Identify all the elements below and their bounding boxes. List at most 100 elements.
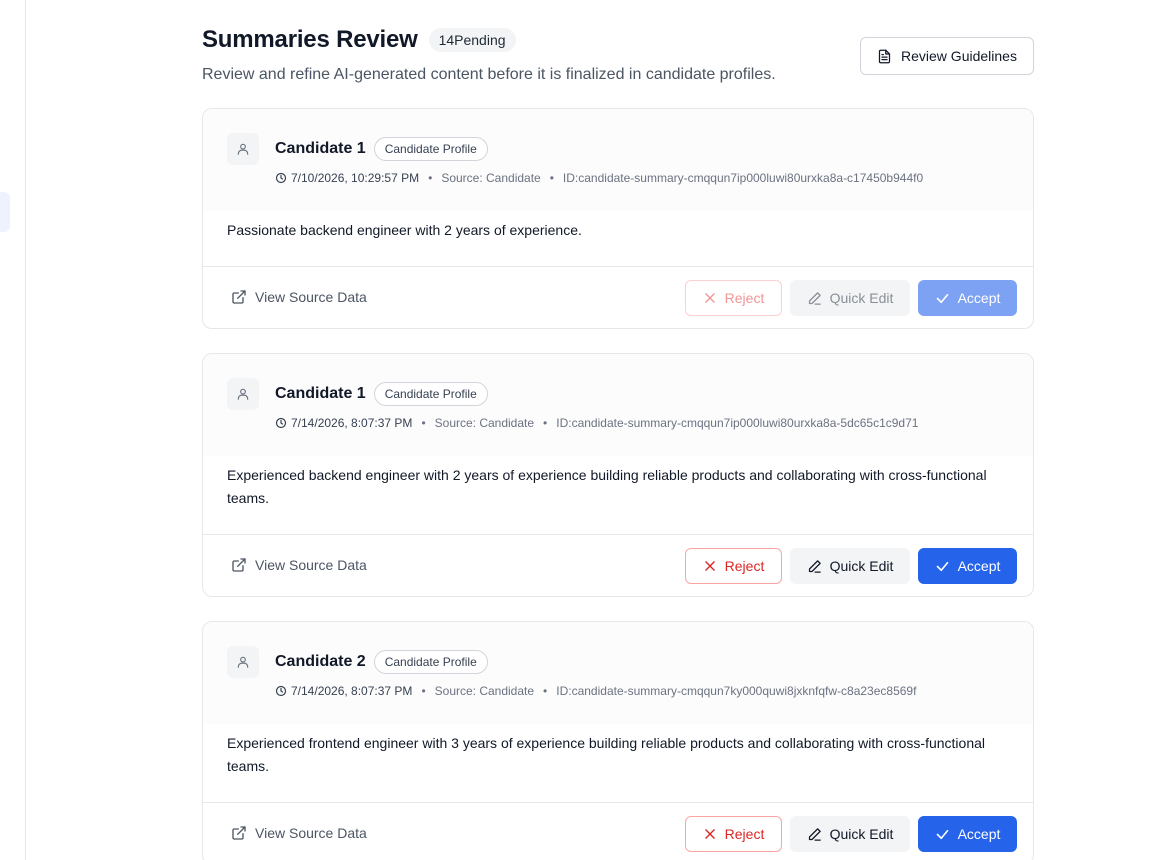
- profile-type-badge: Candidate Profile: [373, 382, 488, 406]
- avatar: [227, 133, 259, 165]
- card-meta: 7/14/2026, 8:07:37 PM • Source: Candidat…: [275, 684, 916, 698]
- clock-icon: [275, 417, 287, 429]
- user-icon: [236, 387, 250, 401]
- reject-label: Reject: [724, 826, 765, 842]
- quick-edit-button[interactable]: Quick Edit: [790, 280, 910, 316]
- accept-button[interactable]: Accept: [918, 548, 1017, 584]
- view-source-label: View Source Data: [255, 289, 367, 305]
- user-icon: [236, 142, 250, 156]
- accept-label: Accept: [957, 826, 1001, 842]
- avatar: [227, 378, 259, 410]
- meta-separator: •: [543, 684, 548, 698]
- external-link-icon: [231, 557, 247, 573]
- summary-card: Candidate 1 Candidate Profile 7/10/2026,…: [202, 108, 1034, 329]
- reject-label: Reject: [724, 558, 765, 574]
- source-label: Source: Candidate: [434, 416, 535, 430]
- summary-id: ID:candidate-summary-cmqqun7ip000luwi80u…: [562, 171, 924, 185]
- page-title: Summaries Review: [202, 26, 418, 53]
- pencil-icon: [807, 827, 822, 842]
- quick-edit-label: Quick Edit: [829, 558, 894, 574]
- summary-id: ID:candidate-summary-cmqqun7ip000luwi80u…: [556, 416, 919, 430]
- accept-label: Accept: [957, 558, 1001, 574]
- timestamp: 7/14/2026, 8:07:37 PM: [291, 416, 413, 430]
- x-icon: [703, 291, 717, 305]
- candidate-name-row: Candidate 2 Candidate Profile: [275, 650, 488, 674]
- card-actions: Reject Quick Edit Accept: [685, 280, 1017, 316]
- card-footer: View Source Data Reject Quick Edit Accep…: [203, 802, 1033, 860]
- candidate-name-row: Candidate 1 Candidate Profile: [275, 137, 488, 161]
- sidebar-active-item[interactable]: [0, 192, 10, 232]
- card-meta: 7/14/2026, 8:07:37 PM • Source: Candidat…: [275, 416, 918, 430]
- view-source-label: View Source Data: [255, 825, 367, 841]
- accept-button[interactable]: Accept: [918, 280, 1017, 316]
- source-label: Source: Candidate: [434, 684, 535, 698]
- card-footer: View Source Data Reject Quick Edit Accep…: [203, 534, 1033, 596]
- card-header: Candidate 2 Candidate Profile 7/14/2026,…: [203, 622, 1033, 724]
- clock-icon: [275, 685, 287, 697]
- sidebar: [0, 0, 26, 860]
- clock-icon: [275, 172, 287, 184]
- pencil-icon: [807, 291, 822, 306]
- view-source-label: View Source Data: [255, 557, 367, 573]
- accept-button[interactable]: Accept: [918, 816, 1017, 852]
- source-label: Source: Candidate: [441, 171, 541, 185]
- x-icon: [703, 827, 717, 841]
- candidate-name-row: Candidate 1 Candidate Profile: [275, 382, 488, 406]
- meta-separator: •: [549, 171, 554, 185]
- summary-id: ID:candidate-summary-cmqqun7ky000quwi8jx…: [556, 684, 917, 698]
- external-link-icon: [231, 289, 247, 305]
- candidate-name: Candidate 1: [275, 385, 366, 402]
- profile-type-badge: Candidate Profile: [373, 650, 488, 674]
- reject-button[interactable]: Reject: [685, 816, 782, 852]
- card-meta: 7/10/2026, 10:29:57 PM • Source: Candida…: [275, 171, 923, 185]
- user-icon: [236, 655, 250, 669]
- review-guidelines-label: Review Guidelines: [901, 48, 1017, 64]
- card-actions: Reject Quick Edit Accept: [685, 816, 1017, 852]
- page-subtitle: Review and refine AI-generated content b…: [202, 66, 776, 83]
- reject-button[interactable]: Reject: [685, 280, 782, 316]
- check-icon: [935, 559, 950, 574]
- avatar: [227, 646, 259, 678]
- quick-edit-label: Quick Edit: [829, 290, 894, 306]
- review-guidelines-button[interactable]: Review Guidelines: [860, 37, 1034, 75]
- quick-edit-button[interactable]: Quick Edit: [790, 816, 910, 852]
- candidate-name: Candidate 2: [275, 653, 366, 670]
- meta-separator: •: [421, 416, 426, 430]
- card-header: Candidate 1 Candidate Profile 7/10/2026,…: [203, 109, 1033, 211]
- x-icon: [703, 559, 717, 573]
- summary-card: Candidate 2 Candidate Profile 7/14/2026,…: [202, 621, 1034, 860]
- view-source-data-link[interactable]: View Source Data: [231, 289, 367, 305]
- external-link-icon: [231, 825, 247, 841]
- reject-label: Reject: [724, 290, 765, 306]
- card-footer: View Source Data Reject Quick Edit Accep…: [203, 266, 1033, 328]
- app-root: Summaries Review 14Pending Review and re…: [0, 0, 1170, 860]
- meta-separator: •: [421, 684, 426, 698]
- summary-card-list: Candidate 1 Candidate Profile 7/10/2026,…: [202, 108, 1034, 860]
- summary-card: Candidate 1 Candidate Profile 7/14/2026,…: [202, 353, 1034, 597]
- check-icon: [935, 291, 950, 306]
- main-content: Summaries Review 14Pending Review and re…: [202, 0, 1034, 860]
- meta-separator: •: [428, 171, 433, 185]
- candidate-name: Candidate 1: [275, 140, 366, 157]
- pending-count-badge: 14Pending: [428, 28, 516, 52]
- pencil-icon: [807, 559, 822, 574]
- view-source-data-link[interactable]: View Source Data: [231, 557, 367, 573]
- summary-text: Experienced frontend engineer with 3 yea…: [227, 735, 986, 774]
- summary-text: Passionate backend engineer with 2 years…: [227, 222, 582, 238]
- view-source-data-link[interactable]: View Source Data: [231, 825, 367, 841]
- card-actions: Reject Quick Edit Accept: [685, 548, 1017, 584]
- meta-separator: •: [543, 416, 548, 430]
- accept-label: Accept: [957, 290, 1001, 306]
- page-header: Summaries Review 14Pending Review and re…: [202, 0, 1034, 108]
- timestamp: 7/14/2026, 8:07:37 PM: [291, 684, 413, 698]
- quick-edit-button[interactable]: Quick Edit: [790, 548, 910, 584]
- title-row: Summaries Review 14Pending: [202, 26, 516, 54]
- card-header: Candidate 1 Candidate Profile 7/14/2026,…: [203, 354, 1033, 456]
- profile-type-badge: Candidate Profile: [373, 137, 488, 161]
- quick-edit-label: Quick Edit: [829, 826, 894, 842]
- check-icon: [935, 827, 950, 842]
- timestamp: 7/10/2026, 10:29:57 PM: [291, 171, 420, 185]
- document-icon: [877, 49, 892, 64]
- reject-button[interactable]: Reject: [685, 548, 782, 584]
- summary-text: Experienced backend engineer with 2 year…: [227, 467, 987, 506]
